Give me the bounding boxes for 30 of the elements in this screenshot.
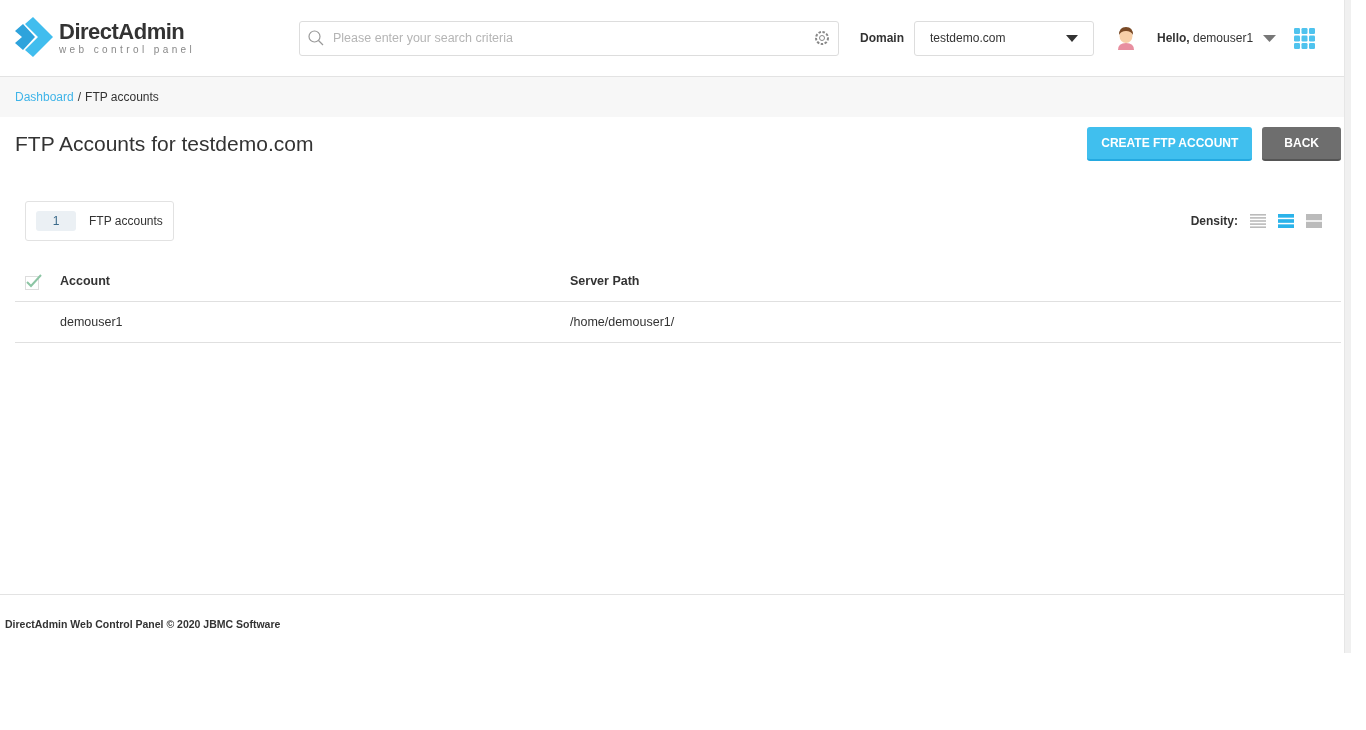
footer-text: DirectAdmin Web Control Panel © 2020 JBMC Software [0,594,1344,653]
logo-icon [15,17,53,59]
back-button[interactable]: BACK [1262,127,1341,161]
column-header[interactable]: Server Path [570,274,1080,288]
logo-tagline: web control panel [59,45,196,55]
density-label: Density: [1190,214,1238,228]
settings-icon[interactable] [814,30,830,46]
select-all-checkbox[interactable] [25,272,43,290]
column-header[interactable]: Account [60,274,570,288]
caret-icon [1263,34,1277,42]
caret-icon [1066,34,1078,42]
density-option-icon[interactable] [1278,214,1294,228]
search-icon [308,30,324,46]
table-cell-text: demouser1 [60,315,124,329]
table-cell-text: /home/demouser1/ [570,315,676,329]
density-option-icon[interactable] [1250,214,1266,228]
logo-name: DirectAdmin [59,21,186,43]
breadcrumb-separator: / [77,90,82,104]
avatar-icon [1115,26,1137,50]
density-option-icon[interactable] [1306,214,1322,228]
search-field[interactable]: Please enter your search criteria [299,20,839,56]
breadcrumb-current: FTP accounts [85,90,159,104]
user-menu[interactable]: Hello, demouser1 [1157,31,1277,45]
page-title: FTP Accounts for testdemo.com [15,132,314,156]
scrollbar-track[interactable] [1344,0,1351,653]
domain-select[interactable]: testdemo.com [914,20,1094,56]
apps-grid-icon[interactable] [1294,27,1316,49]
count-badge: 1 [36,211,76,231]
summary-label: FTP accounts [89,214,163,228]
domain-label: Domain [860,31,904,45]
